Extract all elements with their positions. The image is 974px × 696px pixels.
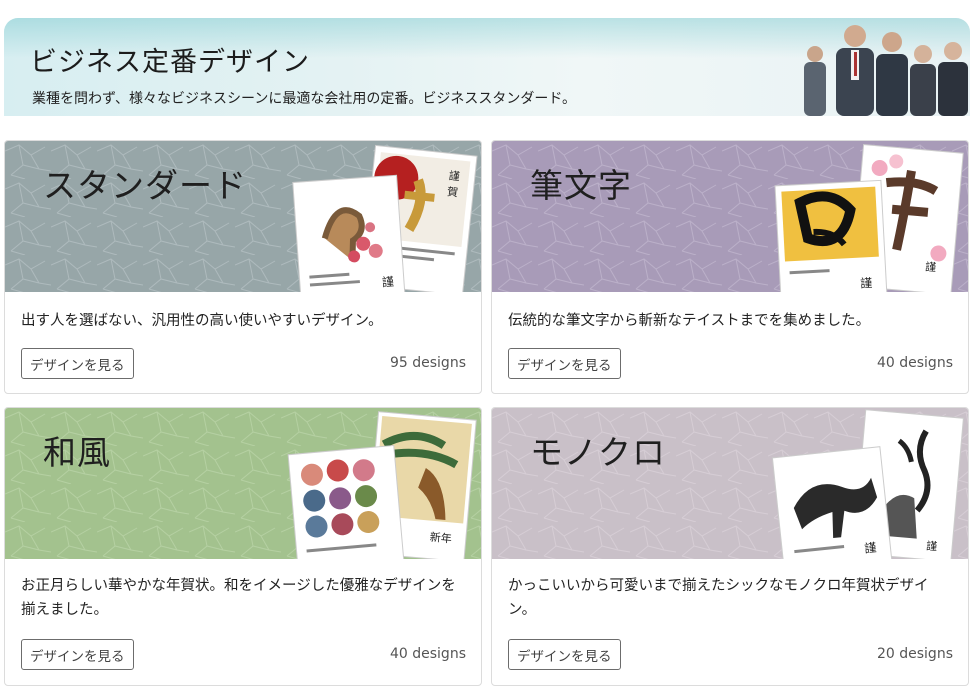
banner-title: ビジネス定番デザイン bbox=[30, 47, 310, 78]
category-card-monochrome[interactable]: モノクロ 謹 謹 かっこいいから可愛いまで揃えたシックなモノクロ年賀状デザイン。… bbox=[491, 407, 969, 686]
card-thumbnail-fude: 謹 謹 bbox=[774, 143, 964, 292]
banner-subtitle: 業種を問わず、様々なビジネスシーンに最適な会社用の定番。ビジネススタンダード。 bbox=[32, 91, 577, 107]
category-card-standard[interactable]: スタンダード 謹 賀 謹 出す人を選ばない、汎用性の高い使いやすいデザイン。 デ… bbox=[4, 140, 482, 394]
design-count-wafu: 40 designs bbox=[389, 646, 466, 662]
view-designs-button-monochrome[interactable]: デザインを見る bbox=[508, 639, 621, 670]
card-description-wafu: お正月らしい華やかな年賀状。和をイメージした優雅なデザインを揃えました。 bbox=[21, 578, 456, 618]
card-title-standard: スタンダード bbox=[43, 166, 247, 205]
view-designs-button-fude[interactable]: デザインを見る bbox=[508, 348, 621, 379]
card-title-fude: 筆文字 bbox=[530, 166, 632, 205]
business-people-image bbox=[804, 25, 968, 116]
category-banner: ビジネス定番デザイン 業種を問わず、様々なビジネスシーンに最適な会社用の定番。ビ… bbox=[4, 18, 970, 116]
card-hero-fude: 筆文字 謹 謹 bbox=[492, 141, 968, 292]
card-hero-wafu: 和風 新年 bbox=[5, 408, 481, 559]
card-thumbnail-monochrome: 謹 謹 bbox=[772, 409, 964, 559]
design-count-standard: 95 designs bbox=[389, 355, 466, 371]
design-count-monochrome: 20 designs bbox=[876, 646, 953, 662]
view-designs-button-standard[interactable]: デザインを見る bbox=[21, 348, 134, 379]
svg-text:謹: 謹 bbox=[448, 168, 460, 183]
svg-text:新年: 新年 bbox=[429, 530, 452, 546]
svg-text:謹: 謹 bbox=[864, 540, 878, 556]
svg-text:謹: 謹 bbox=[860, 275, 873, 291]
card-hero-monochrome: モノクロ 謹 謹 bbox=[492, 408, 968, 559]
svg-text:謹: 謹 bbox=[925, 259, 937, 274]
card-thumbnail-standard: 謹 賀 謹 bbox=[292, 144, 478, 292]
category-card-fude[interactable]: 筆文字 謹 謹 伝統的な筆文字から斬新なテイストまでを集めました。 デザインを見… bbox=[491, 140, 969, 394]
card-description-fude: 伝統的な筆文字から斬新なテイストまでを集めました。 bbox=[508, 313, 871, 329]
card-title-wafu: 和風 bbox=[43, 433, 111, 472]
card-description-standard: 出す人を選ばない、汎用性の高い使いやすいデザイン。 bbox=[21, 313, 383, 329]
design-count-fude: 40 designs bbox=[876, 355, 953, 371]
svg-text:賀: 賀 bbox=[446, 185, 458, 199]
category-card-wafu[interactable]: 和風 新年 お正月らしい華やかな年賀状。和をイメージした優雅なデザインを揃えまし… bbox=[4, 407, 482, 686]
card-thumbnail-wafu: 新年 bbox=[287, 411, 477, 559]
card-hero-standard: スタンダード 謹 賀 謹 bbox=[5, 141, 481, 292]
svg-text:謹: 謹 bbox=[926, 539, 938, 554]
view-designs-button-wafu[interactable]: デザインを見る bbox=[21, 639, 134, 670]
card-description-monochrome: かっこいいから可愛いまで揃えたシックなモノクロ年賀状デザイン。 bbox=[508, 578, 929, 618]
svg-text:謹: 謹 bbox=[381, 274, 394, 290]
card-title-monochrome: モノクロ bbox=[530, 433, 666, 472]
